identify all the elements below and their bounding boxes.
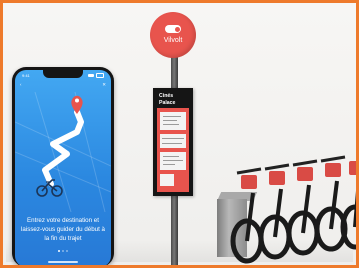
signal-icon xyxy=(88,73,94,77)
bike xyxy=(286,159,320,256)
bike xyxy=(258,163,292,260)
station-name: Cinés Palace xyxy=(159,93,176,106)
brand-disc: Vilvolt xyxy=(150,12,196,58)
bike xyxy=(314,155,348,252)
phone-notch xyxy=(43,70,83,78)
bike xyxy=(230,167,264,264)
app-nav-bar: ‹ ✕ xyxy=(15,80,111,89)
sign-card xyxy=(160,152,186,170)
close-icon[interactable]: ✕ xyxy=(102,82,106,88)
page-dot[interactable] xyxy=(62,250,64,252)
status-indicators xyxy=(88,72,104,78)
page-dot[interactable] xyxy=(58,250,60,252)
route-map xyxy=(15,92,111,212)
smartphone: 9:41 ‹ ✕ Entrez votre destination et lai… xyxy=(12,67,114,265)
sign-info-area xyxy=(157,108,189,192)
status-time: 9:41 xyxy=(22,72,30,78)
toggle-logo-icon xyxy=(165,25,181,33)
bike xyxy=(340,161,356,250)
route-path xyxy=(42,109,84,187)
brand-name: Vilvolt xyxy=(163,37,183,44)
sign-card xyxy=(160,112,186,130)
sign-map-card xyxy=(160,134,186,148)
phone-screen: 9:41 ‹ ✕ Entrez votre destination et lai… xyxy=(15,70,111,265)
back-icon[interactable]: ‹ xyxy=(20,82,22,87)
page-indicator xyxy=(15,250,111,252)
bicycle-icon xyxy=(36,179,63,197)
page-dot[interactable] xyxy=(66,250,68,252)
image-frame: 9:41 ‹ ✕ Entrez votre destination et lai… xyxy=(0,0,359,268)
parked-bikes xyxy=(230,155,356,264)
battery-icon xyxy=(96,72,104,78)
map-pin-icon xyxy=(71,95,83,114)
home-indicator xyxy=(48,261,78,263)
sign-qr-card xyxy=(160,174,174,186)
onboarding-message: Entrez votre destination et laissez-vous… xyxy=(21,217,105,242)
station-sign: Cinés Palace xyxy=(153,88,193,196)
